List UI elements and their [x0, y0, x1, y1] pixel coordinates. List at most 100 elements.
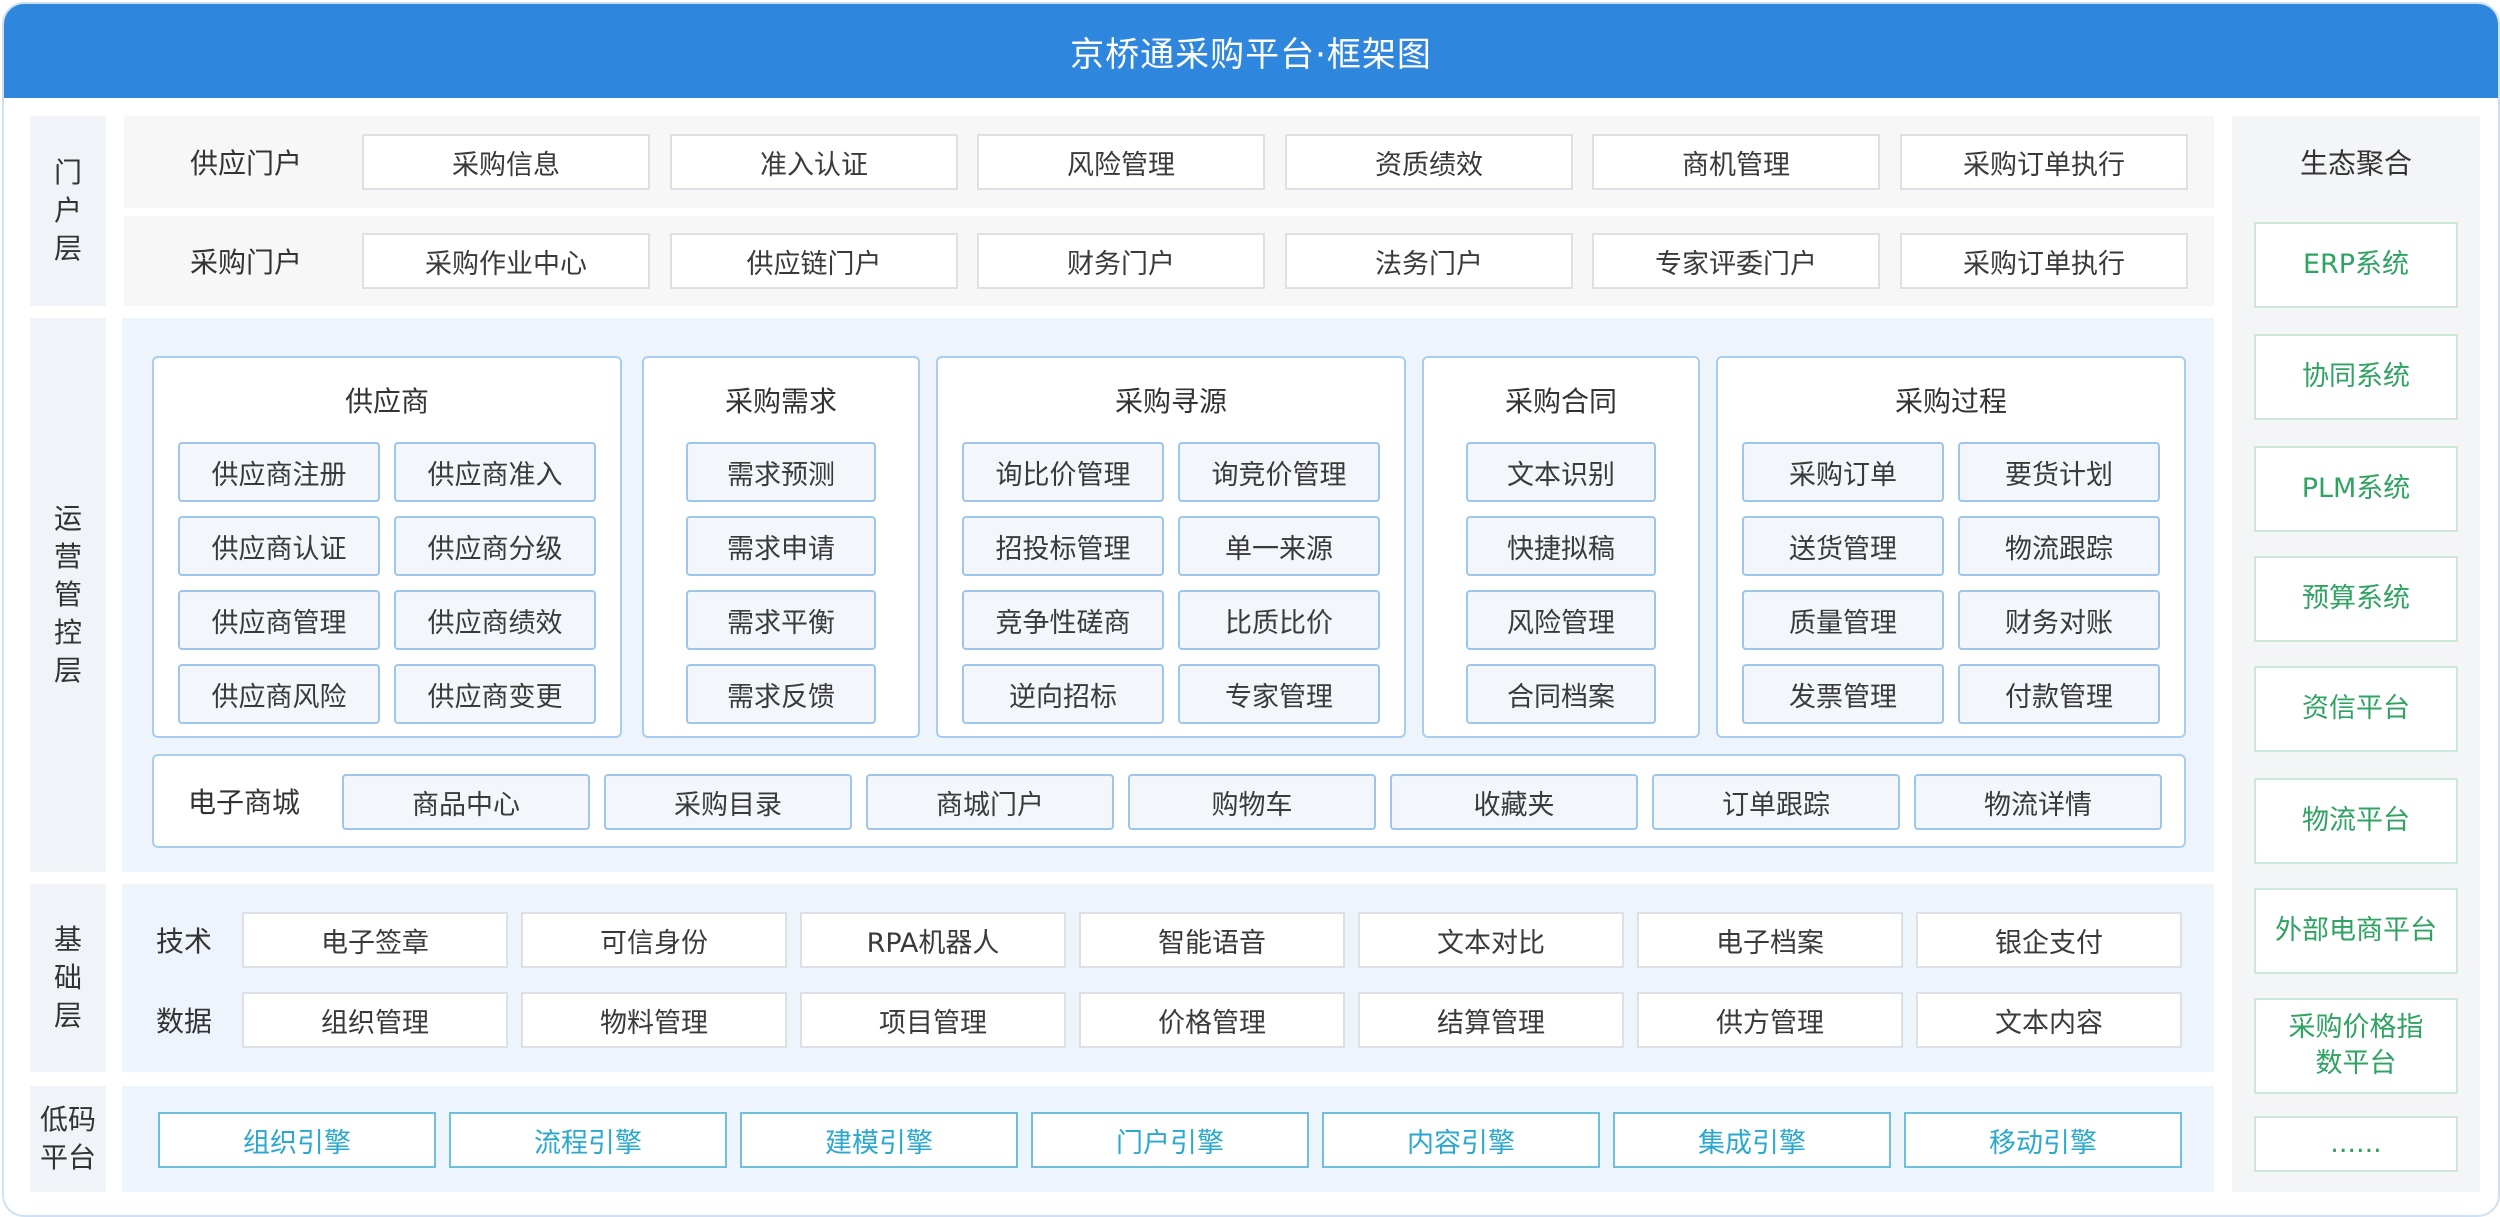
group-item: 询比价管理	[962, 442, 1164, 502]
layer-label-char: 管	[53, 578, 82, 611]
group-item: 供应商注册	[178, 442, 380, 502]
group-item: 供应商变更	[394, 664, 596, 724]
base-item: 银企支付	[1916, 912, 2182, 968]
group-item: 送货管理	[1742, 516, 1944, 576]
base-item: 文本内容	[1916, 992, 2182, 1048]
lowcode-item: 门户引擎	[1031, 1112, 1309, 1168]
eco-title: 生态聚合	[2299, 147, 2412, 180]
lowcode-item: 组织引擎	[158, 1112, 436, 1168]
mall-item: 订单跟踪	[1652, 774, 1900, 830]
mall-item: 采购目录	[604, 774, 852, 830]
portal-item: 采购作业中心	[362, 233, 650, 289]
group-item: 供应商认证	[178, 516, 380, 576]
portal-item: 采购订单执行	[1900, 134, 2188, 190]
group-item: 供应商分级	[394, 516, 596, 576]
layer-label-char: 础	[53, 961, 82, 994]
base-item: 电子签章	[242, 912, 508, 968]
base-item: 物料管理	[521, 992, 787, 1048]
group-item: 供应商管理	[178, 590, 380, 650]
portal-item: 商机管理	[1592, 134, 1880, 190]
group-item: 供应商绩效	[394, 590, 596, 650]
group-item: 招投标管理	[962, 516, 1164, 576]
portal-item: 准入认证	[670, 134, 958, 190]
group-title: 供应商	[344, 385, 429, 418]
group-item: 文本识别	[1466, 442, 1656, 502]
base-item: 价格管理	[1079, 992, 1345, 1048]
layer-label-char: 层	[53, 654, 82, 687]
group-item: 采购订单	[1742, 442, 1944, 502]
layer-label-char: 基	[53, 923, 82, 956]
group-sourcing: 采购寻源 询比价管理 询竞价管理 招投标管理 单一来源 竞争性磋商 比质比价 逆…	[936, 356, 1406, 738]
eco-item: 物流平台	[2254, 778, 2458, 864]
base-item: 供方管理	[1637, 992, 1903, 1048]
layer-label-char: 控	[53, 616, 82, 649]
diagram-frame: 京桥通采购平台·框架图 门 户 层 运 营 管 控 层 基 础 层 低码 平台 …	[2, 2, 2500, 1217]
base-row-title: 技术	[156, 925, 213, 958]
portal-item: 采购订单执行	[1900, 233, 2188, 289]
layer-label-char: 门	[53, 156, 82, 189]
mall-item: 购物车	[1128, 774, 1376, 830]
eco-item: 外部电商平台	[2254, 888, 2458, 974]
group-item: 质量管理	[1742, 590, 1944, 650]
base-item: 项目管理	[800, 992, 1066, 1048]
group-title: 采购过程	[1894, 385, 2007, 418]
group-process: 采购过程 采购订单 要货计划 送货管理 物流跟踪 质量管理 财务对账 发票管理 …	[1716, 356, 2186, 738]
group-item: 专家管理	[1178, 664, 1380, 724]
base-item: RPA机器人	[800, 912, 1066, 968]
group-item: 合同档案	[1466, 664, 1656, 724]
mall-title: 电子商城	[188, 786, 301, 819]
eco-item: 资信平台	[2254, 666, 2458, 752]
group-item: 询竞价管理	[1178, 442, 1380, 502]
layer-label-char: 营	[53, 540, 82, 573]
portal-row-title: 采购门户	[190, 246, 303, 279]
mall-item: 商城门户	[866, 774, 1114, 830]
group-supplier: 供应商 供应商注册 供应商准入 供应商认证 供应商分级 供应商管理 供应商绩效 …	[152, 356, 622, 738]
group-item: 需求反馈	[686, 664, 876, 724]
base-item: 结算管理	[1358, 992, 1624, 1048]
lowcode-item: 集成引擎	[1613, 1112, 1891, 1168]
layer-label-line: 低码	[39, 1103, 96, 1136]
group-item: 要货计划	[1958, 442, 2160, 502]
base-item: 智能语音	[1079, 912, 1345, 968]
eco-item: 协同系统	[2254, 334, 2458, 420]
group-item: 需求平衡	[686, 590, 876, 650]
layer-label-base: 基 础 层	[30, 884, 106, 1072]
group-item: 单一来源	[1178, 516, 1380, 576]
group-item: 需求预测	[686, 442, 876, 502]
eco-item: PLM系统	[2254, 446, 2458, 532]
mall-item: 收藏夹	[1390, 774, 1638, 830]
portal-item: 采购信息	[362, 134, 650, 190]
layer-label-char: 户	[53, 194, 82, 227]
group-item: 风险管理	[1466, 590, 1656, 650]
base-item: 文本对比	[1358, 912, 1624, 968]
group-title: 采购合同	[1504, 385, 1617, 418]
layer-label-char: 层	[53, 232, 82, 265]
base-row-title: 数据	[156, 1005, 213, 1038]
base-item: 组织管理	[242, 992, 508, 1048]
diagram-title: 京桥通采购平台·框架图	[4, 4, 2498, 98]
eco-item: ERP系统	[2254, 222, 2458, 308]
mall-item: 物流详情	[1914, 774, 2162, 830]
layer-label-portal: 门 户 层	[30, 116, 106, 306]
eco-item-more: ......	[2254, 1116, 2458, 1172]
group-item: 供应商风险	[178, 664, 380, 724]
group-item: 供应商准入	[394, 442, 596, 502]
group-item: 逆向招标	[962, 664, 1164, 724]
base-item: 可信身份	[521, 912, 787, 968]
lowcode-item: 内容引擎	[1322, 1112, 1600, 1168]
layer-label-ops: 运 营 管 控 层	[30, 318, 106, 872]
layer-label-line: 平台	[39, 1141, 96, 1174]
group-contract: 采购合同 文本识别 快捷拟稿 风险管理 合同档案	[1422, 356, 1700, 738]
layer-label-char: 层	[53, 999, 82, 1032]
group-item: 快捷拟稿	[1466, 516, 1656, 576]
lowcode-item: 移动引擎	[1904, 1112, 2182, 1168]
layer-label-lowcode: 低码 平台	[30, 1086, 106, 1192]
portal-item: 风险管理	[977, 134, 1265, 190]
portal-item: 资质绩效	[1285, 134, 1573, 190]
group-item: 财务对账	[1958, 590, 2160, 650]
portal-item: 供应链门户	[670, 233, 958, 289]
eco-item: 预算系统	[2254, 556, 2458, 642]
portal-item: 法务门户	[1285, 233, 1573, 289]
group-title: 采购寻源	[1114, 385, 1227, 418]
lowcode-item: 流程引擎	[449, 1112, 727, 1168]
